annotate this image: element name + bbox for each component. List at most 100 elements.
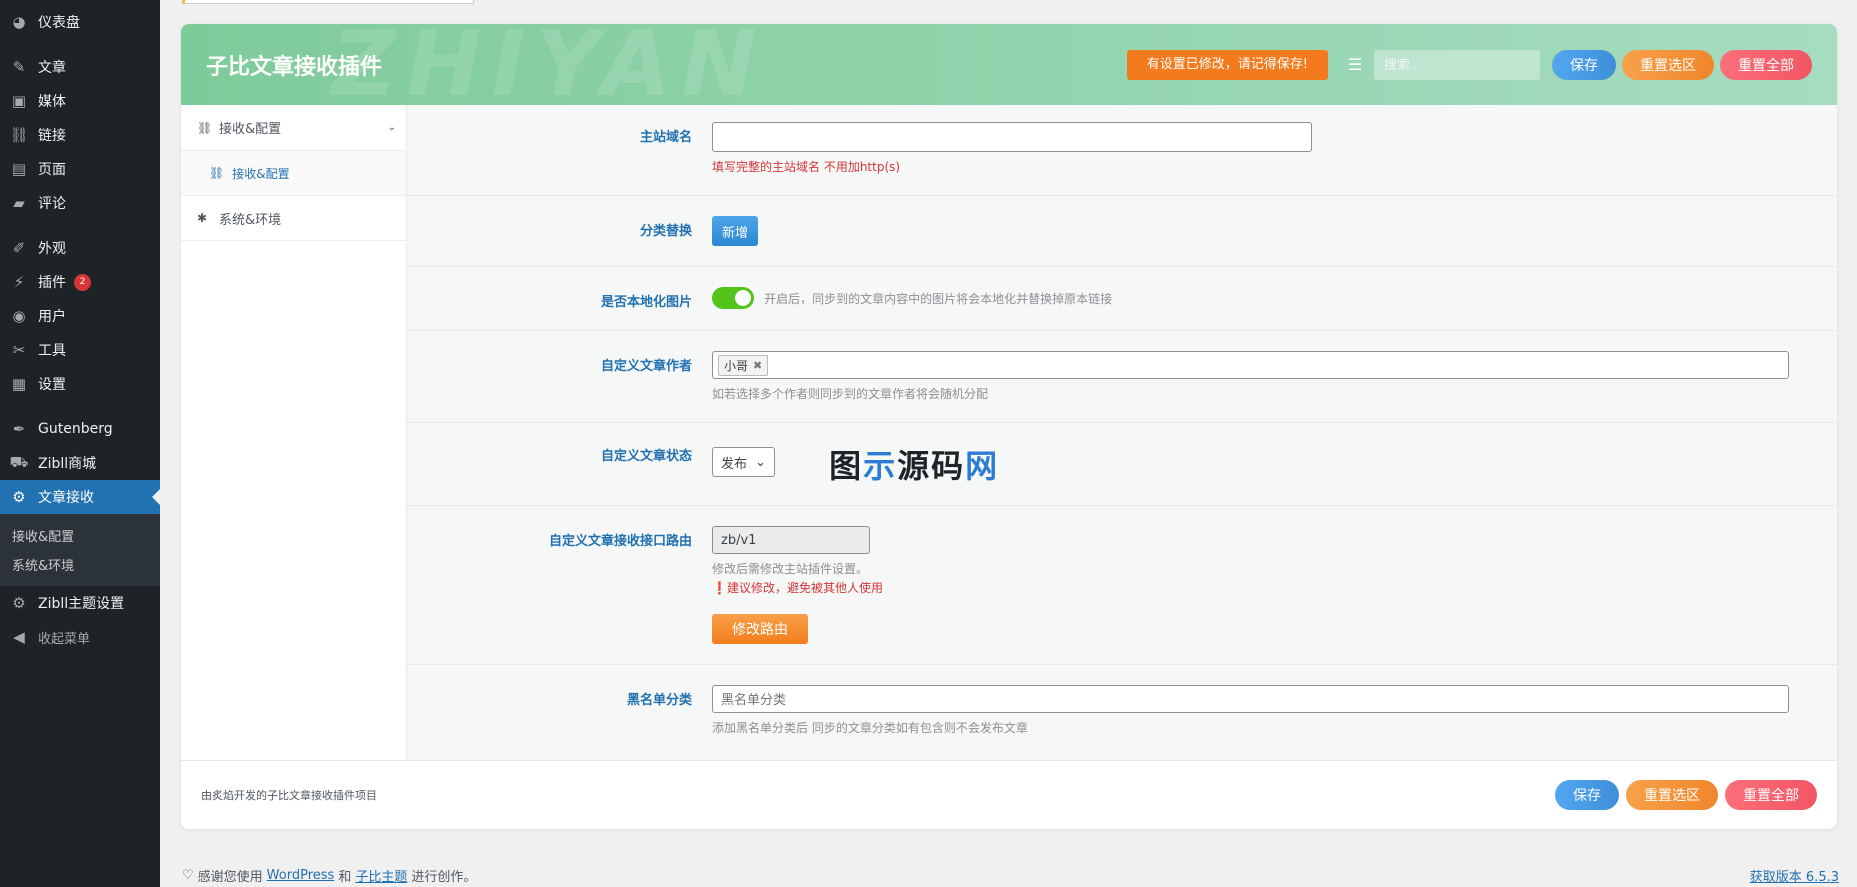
search-input[interactable] <box>1374 49 1540 80</box>
save-button[interactable]: 保存 <box>1552 49 1616 80</box>
localize-toggle[interactable] <box>712 287 754 309</box>
admin-sidebar: ◕ 仪表盘 ✎ 文章 ▣ 媒体 ⛓ 链接 ▤ 页面 ▰ 评论 ✐ 外观 ⚡ 插件 2 ◉ 用户 ✂ 工… <box>0 0 160 887</box>
modify-route-button[interactable]: 修改路由 <box>712 614 808 644</box>
menu-pages[interactable]: ▤ 页面 <box>0 152 160 186</box>
menu-label: 文章接收 <box>38 490 94 506</box>
menu-label: 页面 <box>38 162 66 178</box>
menu-label: 插件 <box>38 275 66 291</box>
menu-plugins[interactable]: ⚡ 插件 2 <box>0 265 160 299</box>
theme-link[interactable]: 子比主题 <box>355 866 407 885</box>
menu-settings[interactable]: ▦ 设置 <box>0 367 160 401</box>
reset-section-button[interactable]: 重置选区 <box>1622 49 1714 80</box>
link-icon: ⛓ <box>209 166 225 180</box>
top-input-remnant <box>182 0 474 4</box>
footer-reset-all-button[interactable]: 重置全部 <box>1725 780 1817 810</box>
menu-links[interactable]: ⛓ 链接 <box>0 118 160 152</box>
dashboard-icon: ◕ <box>12 13 26 31</box>
version-link[interactable]: 获取版本 6.5.3 <box>1750 870 1839 885</box>
heart-icon: ♡ <box>182 868 194 883</box>
submenu-receive-config[interactable]: 接收&配置 <box>0 521 160 550</box>
menu-media[interactable]: ▣ 媒体 <box>0 84 160 118</box>
tools-icon: ✂ <box>12 341 26 359</box>
nav-section-system[interactable]: ✱ 系统&环境 <box>181 195 406 241</box>
appearance-icon: ✐ <box>12 239 26 257</box>
menu-tools[interactable]: ✂ 工具 <box>0 333 160 367</box>
gear-icon: ⚙ <box>12 594 26 612</box>
menu-label: 链接 <box>38 128 66 144</box>
unsaved-notice: 有设置已修改，请记得保存! <box>1126 49 1328 80</box>
field-status: 自定义文章状态 发布 ⌄ 图示源码网 <box>407 423 1837 506</box>
nav-label: 接收&配置 <box>219 122 282 137</box>
menu-label: 工具 <box>38 343 66 359</box>
menu-label: 媒体 <box>38 94 66 110</box>
submenu: 接收&配置 系统&环境 <box>0 514 160 586</box>
footer-save-button[interactable]: 保存 <box>1555 780 1619 810</box>
link-icon: ⛓ <box>9 126 29 144</box>
field-label: 黑名单分类 <box>626 693 692 708</box>
author-tag-label: 小哥 <box>724 358 749 373</box>
users-icon: ◉ <box>12 307 26 325</box>
menu-zibll-theme[interactable]: ⚙ Zibll主题设置 <box>0 586 160 620</box>
menu-comments[interactable]: ▰ 评论 <box>0 186 160 220</box>
route-input[interactable]: zb/v1 <box>712 526 870 554</box>
menu-label: 用户 <box>38 309 66 325</box>
blacklist-desc: 添加黑名单分类后 同步的文章分类如有包含则不会发布文章 <box>712 721 1028 735</box>
comments-icon: ▰ <box>13 194 25 212</box>
reset-all-button[interactable]: 重置全部 <box>1720 49 1812 80</box>
list-icon[interactable]: ☰ <box>1342 52 1368 78</box>
submenu-system-env[interactable]: 系统&环境 <box>0 550 160 579</box>
field-author: 自定义文章作者 小哥 ✖ 如若选择多个作者则同步到的文章作者将会随机分配 <box>407 331 1837 423</box>
menu-label: 评论 <box>38 196 66 212</box>
route-warning: ❗建议修改，避免被其他人使用 <box>712 581 883 595</box>
field-localize: 是否本地化图片 开启后，同步到的文章内容中的图片将会本地化并替换掉原本链接 <box>407 267 1837 331</box>
menu-zibll-shop[interactable]: ⛟ Zibll商城 <box>0 446 160 480</box>
field-domain: 主站域名 填写完整的主站域名 不用加http(s) <box>407 105 1837 196</box>
menu-posts[interactable]: ✎ 文章 <box>0 50 160 84</box>
panel-footer: 由炙焰开发的子比文章接收插件项目 保存 重置选区 重置全部 <box>181 760 1837 829</box>
domain-help: 填写完整的主站域名 不用加http(s) <box>712 160 901 174</box>
blacklist-input[interactable] <box>712 685 1789 713</box>
header-watermark: ZHIYAN <box>331 24 767 117</box>
menu-label: 收起菜单 <box>38 631 91 647</box>
version-link-wrap: 获取版本 6.5.3 <box>1750 866 1839 885</box>
system-icon: ✱ <box>197 211 208 225</box>
field-route: 自定义文章接收接口路由 zb/v1 修改后需修改主站插件设置。 ❗建议修改，避免… <box>407 506 1837 665</box>
wordpress-link[interactable]: WordPress <box>267 868 335 883</box>
menu-users[interactable]: ◉ 用户 <box>0 299 160 333</box>
status-select[interactable]: 发布 ⌄ <box>712 447 775 477</box>
update-badge: 2 <box>74 273 91 291</box>
close-icon[interactable]: ✖ <box>753 359 762 372</box>
panel-header: ZHIYAN 子比文章接收插件 有设置已修改，请记得保存! ☰ 保存 重置选区 … <box>181 24 1837 117</box>
add-category-button[interactable]: 新增 <box>712 216 759 246</box>
status-value: 发布 <box>721 456 748 472</box>
domain-input[interactable] <box>712 122 1312 152</box>
menu-label: 文章 <box>38 60 66 76</box>
menu-gutenberg[interactable]: ✒ Gutenberg <box>0 412 160 446</box>
author-select[interactable]: 小哥 ✖ <box>712 351 1789 379</box>
menu-appearance[interactable]: ✐ 外观 <box>0 231 160 265</box>
field-label: 主站域名 <box>639 130 692 145</box>
menu-label: Zibll主题设置 <box>38 596 125 612</box>
menu-label: 仪表盘 <box>38 15 80 31</box>
settings-panel: ZHIYAN 子比文章接收插件 有设置已修改，请记得保存! ☰ 保存 重置选区 … <box>181 24 1837 829</box>
localize-desc: 开启后，同步到的文章内容中的图片将会本地化并替换掉原本链接 <box>764 291 1113 306</box>
menu-article-receive[interactable]: ⚙ 文章接收 <box>0 480 160 514</box>
page-title: 子比文章接收插件 <box>206 54 383 80</box>
menu-dashboard[interactable]: ◕ 仪表盘 <box>0 5 160 39</box>
chevron-down-icon: ⌄ <box>387 122 396 133</box>
field-blacklist: 黑名单分类 添加黑名单分类后 同步的文章分类如有包含则不会发布文章 <box>407 665 1837 756</box>
field-label: 分类替换 <box>639 224 692 239</box>
nav-sub-receive-config[interactable]: ⛓ 接收&配置 <box>181 151 406 195</box>
author-desc: 如若选择多个作者则同步到的文章作者将会随机分配 <box>712 387 989 401</box>
menu-collapse[interactable]: ◀ 收起菜单 <box>0 620 160 654</box>
field-category: 分类替换 新增 <box>407 196 1837 267</box>
collapse-icon: ◀ <box>13 628 25 646</box>
plugins-icon: ⚡ <box>13 273 25 291</box>
nav-label: 接收&配置 <box>232 166 290 181</box>
cart-icon: ⛟ <box>9 453 29 471</box>
settings-content: 主站域名 填写完整的主站域名 不用加http(s) 分类替换 新增 是否本地化图… <box>407 105 1837 760</box>
link-icon: ⛓ <box>197 120 213 135</box>
footer-reset-section-button[interactable]: 重置选区 <box>1626 780 1718 810</box>
warning-icon: ❗ <box>712 581 727 595</box>
pages-icon: ▤ <box>11 160 27 178</box>
